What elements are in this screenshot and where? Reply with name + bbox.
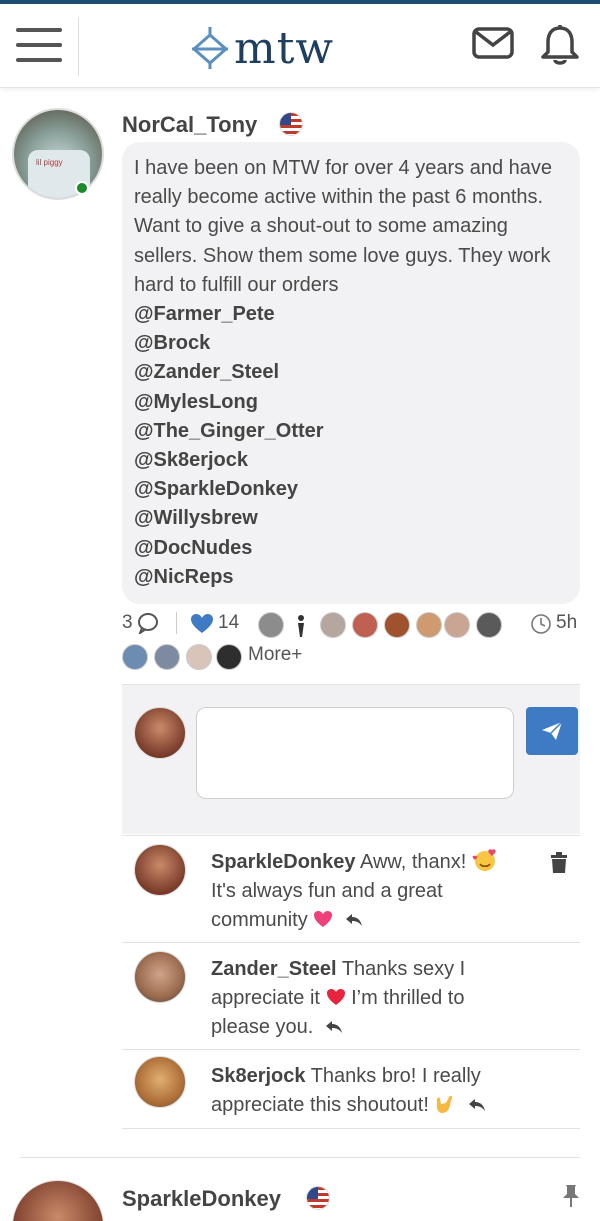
us-flag-icon [279, 112, 303, 136]
next-post-username[interactable]: SparkleDonkey [122, 1186, 281, 1212]
mention-link[interactable]: @DocNudes [134, 534, 568, 563]
sparkling-heart-icon [314, 911, 333, 928]
smiling-face-with-hearts-icon [472, 849, 496, 871]
comment-bubble-icon[interactable] [136, 612, 160, 634]
current-user-avatar [134, 707, 186, 759]
hanger-logo-icon [191, 27, 229, 69]
mention-link[interactable]: @The_Ginger_Otter [134, 417, 568, 446]
comment-avatar[interactable] [134, 951, 186, 1003]
comment-item: Sk8erjock Thanks bro! I really appreciat… [122, 1049, 580, 1129]
post-stats: 3 14 5h More+ [122, 612, 592, 672]
liker-avatar[interactable] [186, 644, 212, 670]
comment-text: Thanks bro! I really [310, 1065, 481, 1087]
us-flag-icon [306, 1186, 330, 1210]
mention-link[interactable]: @Willysbrew [134, 504, 568, 533]
post-username[interactable]: NorCal_Tony [122, 112, 257, 138]
liker-avatar[interactable] [154, 644, 180, 670]
next-post-avatar[interactable] [12, 1180, 104, 1221]
hamburger-menu-icon[interactable] [16, 28, 62, 64]
call-me-hand-icon [437, 1096, 453, 1114]
comment-input[interactable] [196, 707, 514, 799]
comment-text: community [211, 909, 308, 932]
app-header: mtw [0, 4, 600, 88]
comment-composer [122, 684, 580, 834]
online-status-dot [75, 181, 89, 195]
liker-avatar[interactable] [352, 612, 378, 638]
liker-avatar[interactable] [444, 612, 470, 638]
mention-link[interactable]: @Sk8erjock [134, 446, 568, 475]
mention-link[interactable]: @SparkleDonkey [134, 475, 568, 504]
comment-avatar[interactable] [134, 1056, 186, 1108]
heart-icon[interactable] [190, 613, 214, 635]
post-time: 5h [556, 612, 578, 633]
liker-avatar[interactable] [384, 612, 410, 638]
comment-text: Aww, thanx! [359, 851, 467, 873]
mention-link[interactable]: @Farmer_Pete [134, 300, 568, 329]
clock-icon [531, 614, 551, 634]
send-comment-button[interactable] [526, 707, 578, 755]
mention-link[interactable]: @Brock [134, 329, 568, 358]
header-divider [78, 18, 79, 76]
mention-link[interactable]: @NicReps [134, 563, 568, 592]
liker-avatar[interactable] [320, 612, 346, 638]
comment-text: appreciate this shoutout! [211, 1094, 429, 1117]
comment-username[interactable]: Zander_Steel [211, 958, 337, 980]
liker-avatar[interactable] [258, 612, 284, 638]
logo-text: mtw [234, 22, 335, 74]
comment-username[interactable]: SparkleDonkey [211, 851, 356, 873]
comment-item: Zander_Steel Thanks sexy I appreciate it… [122, 942, 580, 1050]
person-icon [298, 615, 304, 637]
site-logo[interactable]: mtw [190, 20, 334, 76]
mention-link[interactable]: @MylesLong [134, 388, 568, 417]
reply-icon[interactable] [468, 1098, 486, 1112]
trash-icon[interactable] [550, 852, 568, 874]
post-separator [20, 1157, 580, 1158]
comment-text: please you. [211, 1016, 314, 1039]
liker-avatar[interactable] [122, 644, 148, 670]
comment-text: It's always fun and a great [211, 880, 443, 903]
reply-icon[interactable] [325, 1020, 343, 1034]
liker-avatar[interactable] [476, 612, 502, 638]
heart-emoji-icon [326, 989, 345, 1006]
avatar-shirt-text: lil piggy [36, 158, 63, 167]
envelope-icon[interactable] [472, 26, 514, 60]
comment-avatar[interactable] [134, 844, 186, 896]
comment-item: SparkleDonkey Aww, thanx! It's always fu… [122, 835, 580, 943]
comment-username[interactable]: Sk8erjock [211, 1065, 306, 1087]
comment-text: I’m thrilled to [351, 987, 465, 1010]
comment-text: Thanks sexy I [341, 958, 466, 980]
user-avatar[interactable]: lil piggy [12, 108, 104, 200]
post-text: I have been on MTW for over 4 years and … [134, 157, 552, 296]
reply-icon[interactable] [345, 913, 363, 927]
like-count[interactable]: 14 [218, 612, 239, 634]
pin-icon[interactable] [562, 1184, 580, 1208]
liker-avatar[interactable] [416, 612, 442, 638]
mention-link[interactable]: @Zander_Steel [134, 358, 568, 387]
paper-plane-icon [542, 721, 563, 740]
comment-count[interactable]: 3 [122, 612, 133, 634]
post-body: I have been on MTW for over 4 years and … [122, 142, 580, 604]
more-likers-link[interactable]: More+ [248, 644, 302, 666]
bell-icon[interactable] [540, 24, 580, 66]
liker-avatar[interactable] [216, 644, 242, 670]
comment-text: appreciate it [211, 987, 320, 1010]
